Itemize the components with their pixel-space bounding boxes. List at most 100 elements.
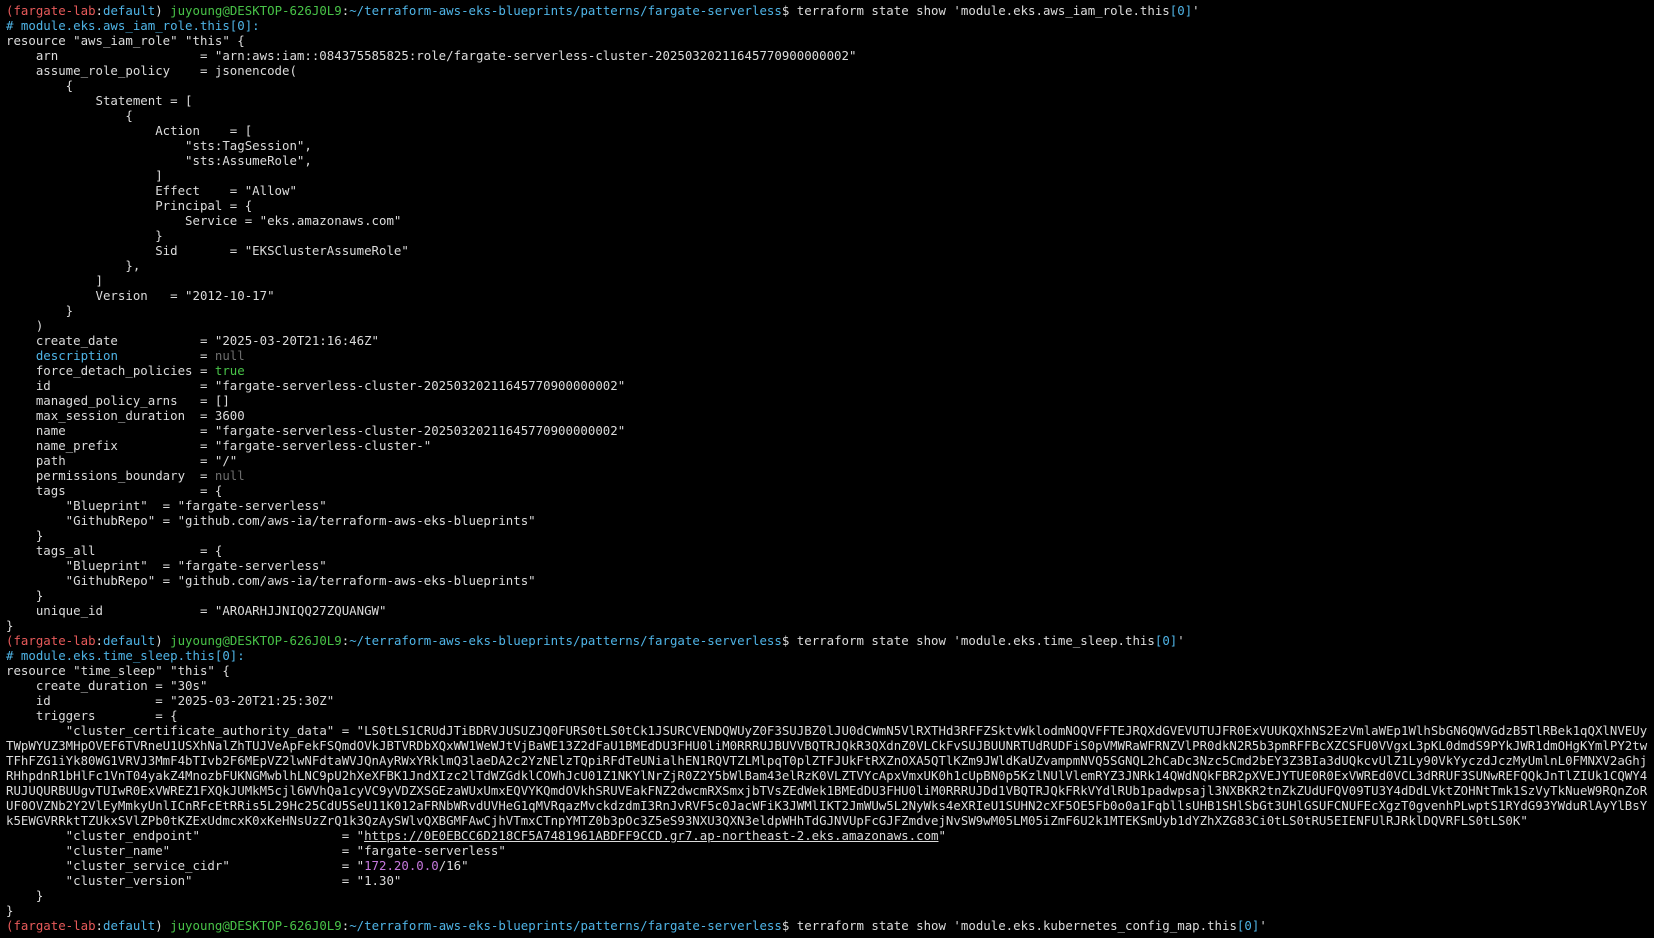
terminal-text: ' [1192,3,1200,18]
terminal-line: Sid = "EKSClusterAssumeRole" [6,243,1650,258]
terminal-text: name_prefix = "fargate-serverless-cluste… [6,438,432,453]
endpoint-link[interactable]: https://0E0EBCC6D218CF5A7481961ABDFF9CCD… [364,828,938,843]
terminal-text: ' [1177,633,1185,648]
terminal-line: "Blueprint" = "fargate-serverless" [6,498,1650,513]
terminal-text: Effect = "Allow" [6,183,297,198]
terminal-line: path = "/" [6,453,1650,468]
terminal-line: managed_policy_arns = [] [6,393,1650,408]
terminal-line: assume_role_policy = jsonencode( [6,63,1650,78]
terminal-text: } [6,528,44,543]
terminal-text: "cluster_version" = "1.30" [6,873,402,888]
terminal-line: "sts:TagSession", [6,138,1650,153]
terminal-text: $ terraform state show 'module.eks.time_… [781,633,1155,648]
terminal-line: }, [6,258,1650,273]
terminal-line: ) [6,318,1650,333]
terminal-line: Version = "2012-10-17" [6,288,1650,303]
terminal-text: "sts:TagSession", [6,138,312,153]
prompt-workspace: default [103,918,156,933]
terminal-line: "cluster_version" = "1.30" [6,873,1650,888]
prompt-environment: fargate-lab [13,633,96,648]
terminal-line: (fargate-lab:default) juyoung@DESKTOP-62… [6,918,1650,933]
prompt-workspace: [0] [1154,633,1178,648]
prompt-workspace: default [103,3,156,18]
null-value: null [214,468,245,483]
terminal-text: } [6,228,163,243]
terminal-line: Statement = [ [6,93,1650,108]
terminal-text: assume_role_policy = jsonencode( [6,63,297,78]
terminal-line: description = null [6,348,1650,363]
terminal-text: } [6,588,44,603]
terminal-text: unique_id = "AROARHJJNIQQ27ZQUANGW" [6,603,387,618]
terminal-text: managed_policy_arns = [] [6,393,230,408]
terminal-text: ] [6,273,103,288]
terminal-line: "Blueprint" = "fargate-serverless" [6,558,1650,573]
terminal-line: Effect = "Allow" [6,183,1650,198]
terminal-text: " [938,828,946,843]
terminal-text: ) [155,633,171,648]
prompt-environment: fargate-lab [13,918,96,933]
terminal-text: create_date = "2025-03-20T21:16:46Z" [6,333,379,348]
terminal-text: Sid = "EKSClusterAssumeRole" [6,243,409,258]
prompt-workspace: default [103,633,156,648]
terminal-text: "cluster_name" = "fargate-serverless" [6,843,506,858]
terminal-line: "GithubRepo" = "github.com/aws-ia/terraf… [6,513,1650,528]
terminal-wrapped-line: "cluster_certificate_authority_data" = "… [6,723,1650,828]
terminal-text: Service = "eks.amazonaws.com" [6,213,402,228]
terminal-line: # module.eks.time_sleep.this[0]: [6,648,1650,663]
terminal-text: : [95,3,103,18]
terminal-line: force_detach_policies = true [6,363,1650,378]
terminal-text: path = "/" [6,453,238,468]
terminal-output[interactable]: (fargate-lab:default) juyoung@DESKTOP-62… [6,3,1650,935]
terminal-line: triggers = { [6,708,1650,723]
prompt-user-host: juyoung@DESKTOP-626J0L9 [170,633,342,648]
terminal-text: "GithubRepo" = "github.com/aws-ia/terraf… [6,573,536,588]
boolean-value: true [214,363,245,378]
terminal-line: name = "fargate-serverless-cluster-20250… [6,423,1650,438]
null-value: null [214,348,245,363]
prompt-workspace: [0] [1236,918,1260,933]
prompt-user-host: juyoung@DESKTOP-626J0L9 [170,3,342,18]
terminal-line: resource "aws_iam_role" "this" { [6,33,1650,48]
terraform-attribute-key: description [35,348,118,363]
terminal-text: ] [6,168,163,183]
terminal-text: Statement = [ [6,93,193,108]
terminal-text: resource "aws_iam_role" "this" { [6,33,245,48]
terminal-text: create_duration = "30s" [6,678,208,693]
terminal-line: ] [6,273,1650,288]
terminal-text: id = "fargate-serverless-cluster-2025032… [6,378,626,393]
terminal-text: Principal = { [6,198,253,213]
terminal-line: { [6,108,1650,123]
terminal-text: $ terraform state show 'module.eks.kuber… [781,918,1237,933]
terminal-line: Principal = { [6,198,1650,213]
terminal-text: : [95,633,103,648]
terminal-line: } [6,528,1650,543]
terraform-comment: # module.eks.time_sleep.this[0]: [6,648,245,663]
terminal-text: }, [6,258,141,273]
terminal-text: max_session_duration = 3600 [6,408,245,423]
terminal-text: ) [155,3,171,18]
terminal-text: /16" [438,858,469,873]
terminal-line: "cluster_name" = "fargate-serverless" [6,843,1650,858]
terminal-line: (fargate-lab:default) juyoung@DESKTOP-62… [6,633,1650,648]
terminal-line: resource "time_sleep" "this" { [6,663,1650,678]
terminal-line: create_duration = "30s" [6,678,1650,693]
terminal-line: tags_all = { [6,543,1650,558]
terminal-text: { [6,108,133,123]
prompt-path: ~/terraform-aws-eks-blueprints/patterns/… [349,633,782,648]
terminal-text: tags = { [6,483,223,498]
terminal-text: "cluster_service_cidr" = " [6,858,365,873]
terminal-text: } [6,618,14,633]
terminal-line: arn = "arn:aws:iam::084375585825:role/fa… [6,48,1650,63]
terminal-line: Service = "eks.amazonaws.com" [6,213,1650,228]
terminal-line: name_prefix = "fargate-serverless-cluste… [6,438,1650,453]
terminal-line: id = "fargate-serverless-cluster-2025032… [6,378,1650,393]
prompt-path: ~/terraform-aws-eks-blueprints/patterns/… [349,918,782,933]
terminal-line: } [6,903,1650,918]
terminal-text: tags_all = { [6,543,223,558]
terminal-line: } [6,618,1650,633]
terminal-text: ' [1259,918,1267,933]
terminal-line: unique_id = "AROARHJJNIQQ27ZQUANGW" [6,603,1650,618]
terminal-line: # module.eks.aws_iam_role.this[0]: [6,18,1650,33]
terminal-line: } [6,228,1650,243]
